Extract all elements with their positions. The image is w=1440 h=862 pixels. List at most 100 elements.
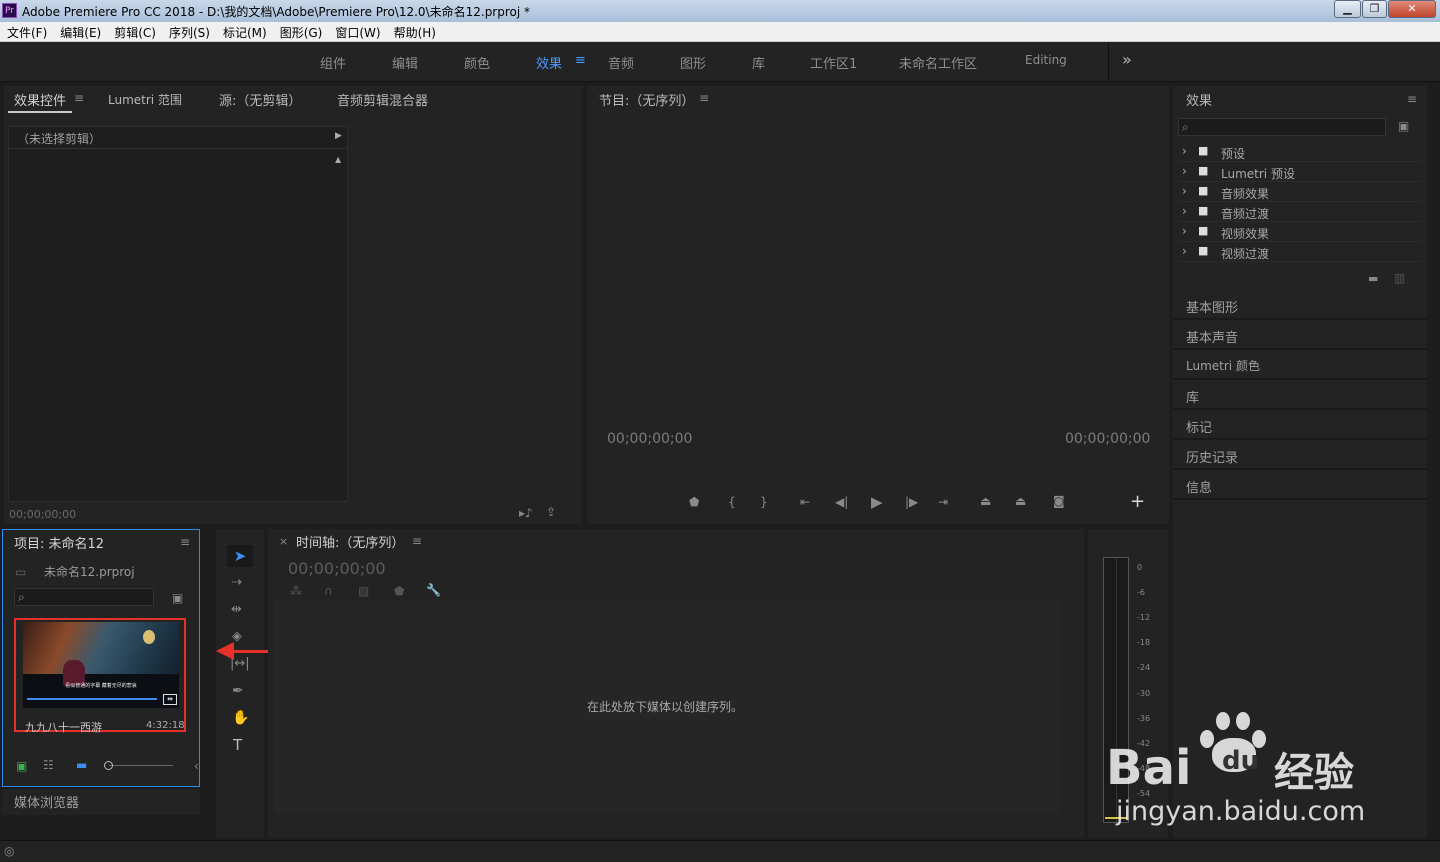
wrench-icon[interactable]: 🔧 xyxy=(426,583,441,597)
timeline-close-icon[interactable]: × xyxy=(279,535,288,548)
workspace-tab-graphics[interactable]: 图形 xyxy=(680,53,706,72)
clip-name[interactable]: 九九八十一西游 xyxy=(25,719,102,735)
add-button[interactable]: + xyxy=(1130,491,1145,512)
tree-item-lumetri-presets[interactable]: › ■ Lumetri 预设 xyxy=(1178,162,1422,182)
panel-info[interactable]: 信息 xyxy=(1173,470,1427,500)
menu-edit[interactable]: 编辑(E) xyxy=(53,22,107,41)
minimize-button[interactable]: ▁ xyxy=(1334,0,1361,18)
tree-item-audio-effects[interactable]: › ■ 音频效果 xyxy=(1178,182,1422,202)
track-select-tool-icon[interactable]: ⇢ xyxy=(231,575,242,590)
add-marker-icon[interactable]: ⬟ xyxy=(689,495,699,509)
tree-item-video-effects[interactable]: › ■ 视频效果 xyxy=(1178,222,1422,242)
timeline-menu-icon[interactable]: ≡ xyxy=(412,534,422,548)
menu-file[interactable]: 文件(F) xyxy=(0,22,53,41)
workspace-overflow-icon[interactable]: » xyxy=(1122,50,1132,69)
panel-menu-icon[interactable]: ≡ xyxy=(74,91,84,105)
menu-sequence[interactable]: 序列(S) xyxy=(162,22,216,41)
timeline-drop-hint: 在此处放下媒体以创建序列。 xyxy=(587,700,744,714)
media-browser-tab[interactable]: 媒体浏览器 xyxy=(2,789,200,815)
tree-item-video-transitions[interactable]: › ■ 视频过渡 xyxy=(1178,242,1422,262)
menu-help[interactable]: 帮助(H) xyxy=(387,22,442,41)
program-menu-icon[interactable]: ≡ xyxy=(699,91,709,105)
workspace-tab-untitled[interactable]: 未命名工作区 xyxy=(899,53,977,72)
project-menu-icon[interactable]: ≡ xyxy=(180,535,190,549)
zoom-slider-thumb[interactable] xyxy=(104,761,113,770)
pen-tool-icon[interactable]: ✒ xyxy=(232,683,244,699)
workspace-tab-editing[interactable]: 编辑 xyxy=(392,53,418,72)
linked-selection-icon[interactable]: ∩ xyxy=(324,584,333,598)
type-tool-icon[interactable]: T xyxy=(233,736,242,754)
expand-arrow-icon[interactable]: ▶ xyxy=(335,131,342,141)
scroll-up-icon[interactable]: ▲ xyxy=(335,155,341,164)
meter-label-48: -48 xyxy=(1137,764,1151,773)
workspace-menu-icon[interactable]: ≡ xyxy=(575,53,586,68)
tab-lumetri-scopes[interactable]: Lumetri 范围 xyxy=(108,91,182,108)
menu-graphics[interactable]: 图形(G) xyxy=(273,22,329,41)
step-forward-icon[interactable]: |▶ xyxy=(905,495,918,509)
meter-label-54: -54 xyxy=(1137,789,1151,798)
mark-in-icon[interactable]: { xyxy=(728,495,736,509)
timeline-timecode[interactable]: 00;00;00;00 xyxy=(288,559,386,578)
menu-clip[interactable]: 剪辑(C) xyxy=(107,22,162,41)
list-view-icon[interactable]: ☷ xyxy=(43,758,54,772)
workspace-tab-workspace1[interactable]: 工作区1 xyxy=(810,53,857,72)
project-search-input[interactable]: ⌕ xyxy=(14,588,154,606)
tab-effect-controls[interactable]: 效果控件 xyxy=(14,90,66,109)
tree-item-presets[interactable]: › ■ 预设 xyxy=(1178,142,1422,162)
zoom-slider[interactable] xyxy=(109,765,173,766)
effects-menu-icon[interactable]: ≡ xyxy=(1407,92,1417,106)
selection-tool-icon[interactable]: ➤ xyxy=(227,545,253,567)
panel-essential-graphics[interactable]: 基本图形 xyxy=(1173,290,1427,320)
tab-source[interactable]: 源:（无剪辑） xyxy=(219,90,301,109)
tab-audio-clip-mixer[interactable]: 音频剪辑混合器 xyxy=(337,90,428,109)
lock-icon[interactable]: ▣ xyxy=(16,759,27,773)
workspace-tab-editing-en[interactable]: Editing xyxy=(1025,53,1067,67)
new-bin-icon[interactable]: ▣ xyxy=(1398,119,1409,133)
panel-history[interactable]: 历史记录 xyxy=(1173,440,1427,470)
maximize-button[interactable]: ❐ xyxy=(1362,0,1387,18)
go-to-in-icon[interactable]: ⇤ xyxy=(800,495,810,509)
clip-thumbnail[interactable]: 看似普通的字幕 藏着无尽的悲哀 ⇹ xyxy=(23,622,179,708)
tree-item-audio-transitions[interactable]: › ■ 音频过渡 xyxy=(1178,202,1422,222)
status-sync-icon[interactable]: ◎ xyxy=(4,844,14,858)
go-to-out-icon[interactable]: ⇥ xyxy=(938,495,948,509)
extract-icon[interactable]: ⏏ xyxy=(1015,494,1026,508)
step-back-icon[interactable]: ◀| xyxy=(835,495,848,509)
camera-icon[interactable]: ◙ xyxy=(1053,494,1065,508)
play-icon[interactable]: ▶ xyxy=(871,493,883,511)
right-empty-area xyxy=(1173,500,1427,838)
menu-marker[interactable]: 标记(M) xyxy=(216,22,273,41)
ripple-edit-tool-icon[interactable]: ⇹ xyxy=(231,602,242,617)
snap-icon[interactable]: ⁂ xyxy=(290,584,302,598)
export-icon[interactable]: ⇪ xyxy=(546,505,556,519)
lift-icon[interactable]: ⏏ xyxy=(980,494,991,508)
mark-out-icon[interactable]: } xyxy=(760,495,768,509)
workspace-tab-audio[interactable]: 音频 xyxy=(608,53,634,72)
program-timecode-current[interactable]: 00;00;00;00 xyxy=(607,431,692,447)
workspace-tab-libraries[interactable]: 库 xyxy=(752,53,765,72)
audio-solo-icon[interactable]: ▸♪ xyxy=(519,506,533,520)
moon-shape xyxy=(143,630,155,644)
workspace-tab-assembly[interactable]: 组件 xyxy=(320,53,346,72)
close-button[interactable]: ✕ xyxy=(1388,0,1436,18)
source-panel: 效果控件 ≡ Lumetri 范围 源:（无剪辑） 音频剪辑混合器 （未选择剪辑… xyxy=(4,86,582,524)
scroll-left-icon[interactable]: ‹ xyxy=(194,759,199,773)
media-browser-label: 媒体浏览器 xyxy=(14,796,80,811)
panel-markers[interactable]: 标记 xyxy=(1173,410,1427,440)
workspace-tab-effects[interactable]: 效果 xyxy=(536,53,562,72)
hand-tool-icon[interactable]: ✋ xyxy=(232,710,249,726)
audio-meter-panel: 0 -6 -12 -18 -24 -30 -36 -42 -48 -54 xyxy=(1088,529,1168,838)
trash-icon[interactable]: ▥ xyxy=(1394,271,1405,285)
panel-essential-sound[interactable]: 基本声音 xyxy=(1173,320,1427,350)
workspace-tab-color[interactable]: 颜色 xyxy=(464,53,490,72)
effects-search-input[interactable]: ⌕ xyxy=(1178,118,1386,136)
timeline-marker-icon[interactable]: ⬟ xyxy=(394,584,404,598)
find-icon[interactable]: ▣ xyxy=(172,591,183,605)
icon-view-icon[interactable]: ▬ xyxy=(76,758,87,772)
menu-window[interactable]: 窗口(W) xyxy=(328,22,386,41)
menu-bar: 文件(F) 编辑(E) 剪辑(C) 序列(S) 标记(M) 图形(G) 窗口(W) 帮助(H) xyxy=(0,22,1440,42)
panel-libraries[interactable]: 库 xyxy=(1173,380,1427,410)
insert-sequence-icon[interactable]: ▧ xyxy=(358,584,369,598)
panel-lumetri-color[interactable]: Lumetri 颜色 xyxy=(1173,350,1427,380)
folder-icon[interactable]: ▬ xyxy=(1368,272,1378,285)
